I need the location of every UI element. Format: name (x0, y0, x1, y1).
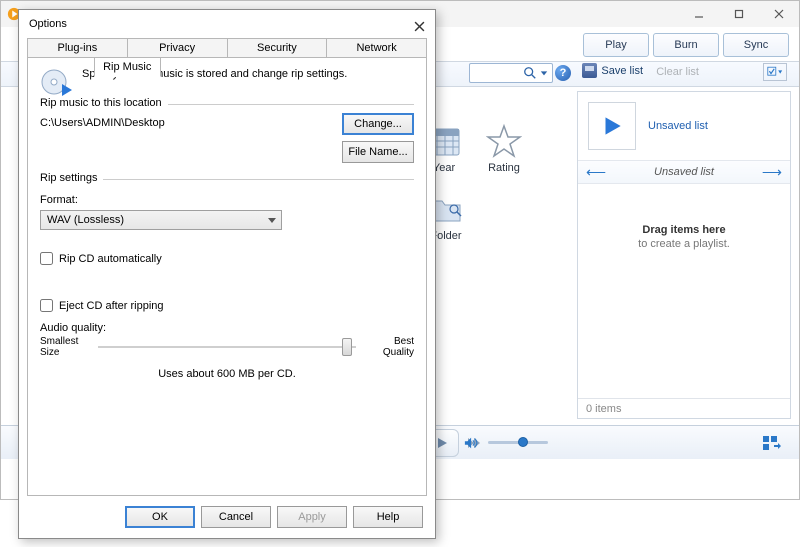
rip-auto-label: Rip CD automatically (59, 253, 162, 265)
eject-cd-input[interactable] (40, 299, 53, 312)
volume-thumb[interactable] (518, 437, 528, 447)
format-label: Format: (40, 194, 414, 206)
change-location-label: Change... (354, 118, 402, 130)
options-titlebar[interactable]: Options (19, 10, 435, 38)
save-list-label: Save list (601, 65, 643, 77)
options-title: Options (29, 18, 67, 30)
eject-cd-checkbox[interactable]: Eject CD after ripping (40, 299, 414, 312)
quality-min-label: Smallest Size (40, 336, 92, 358)
options-tab-rip-music[interactable]: Rip Music (94, 57, 162, 77)
playlist-next-button[interactable]: ⟶ (762, 164, 782, 181)
ok-label: OK (152, 511, 168, 523)
options-tab-privacy[interactable]: Privacy (127, 38, 228, 58)
maximize-button[interactable] (719, 1, 759, 27)
search-input[interactable] (469, 63, 553, 83)
rip-settings-group: Rip settings Format: WAV (Lossless) Rip … (40, 179, 414, 380)
options-tab-plug-ins[interactable]: Plug-ins (27, 38, 128, 58)
playlist-nav-title: Unsaved list (654, 166, 714, 178)
library-group-rating[interactable]: Rating (483, 123, 525, 174)
chevron-down-icon (267, 215, 277, 225)
tab-burn[interactable]: Burn (653, 33, 719, 57)
volume-slider[interactable] (488, 441, 548, 444)
cancel-button[interactable]: Cancel (201, 506, 271, 528)
apply-label: Apply (298, 511, 326, 523)
playlist-drop-title: Drag items here (578, 224, 790, 236)
audio-quality-slider[interactable] (98, 346, 356, 348)
quality-max-label: Best Quality (362, 336, 414, 358)
options-tab-network[interactable]: Network (326, 38, 427, 58)
minimize-button[interactable] (679, 1, 719, 27)
help-button[interactable]: Help (353, 506, 423, 528)
tab-sync-label: Sync (744, 39, 768, 51)
playlist-footer: 0 items (578, 398, 790, 418)
apply-button[interactable]: Apply (277, 506, 347, 528)
cancel-label: Cancel (219, 511, 253, 523)
playlist-thumbnail[interactable] (588, 102, 636, 150)
chevron-down-icon[interactable] (540, 69, 548, 77)
disk-icon (582, 63, 597, 78)
help-label: Help (377, 511, 400, 523)
rip-settings-legend: Rip settings (40, 172, 103, 184)
playlist-nav: ⟵ Unsaved list ⟶ (578, 160, 790, 184)
playlist-title[interactable]: Unsaved list (648, 120, 708, 132)
tab-play[interactable]: Play (583, 33, 649, 57)
rip-auto-input[interactable] (40, 252, 53, 265)
search-icon (523, 66, 537, 80)
close-button[interactable] (759, 1, 799, 27)
tab-sync[interactable]: Sync (723, 33, 789, 57)
star-icon (486, 123, 522, 159)
playlist-prev-button[interactable]: ⟵ (586, 164, 606, 181)
rip-location-group: Rip music to this location C:\Users\ADMI… (40, 104, 414, 163)
library-rating-label: Rating (483, 162, 525, 174)
rip-auto-checkbox[interactable]: Rip CD automatically (40, 252, 414, 265)
playlist-panel: Unsaved list ⟵ Unsaved list ⟶ Drag items… (577, 91, 791, 419)
file-name-button[interactable]: File Name... (342, 141, 414, 163)
format-combobox[interactable]: WAV (Lossless) (40, 210, 282, 230)
options-close-button[interactable] (409, 16, 429, 36)
checkbox-dropdown-icon (767, 66, 783, 78)
options-dialog: Options Plug-insPrivacySecurityNetwork P… (18, 9, 436, 539)
rip-location-legend: Rip music to this location (40, 97, 168, 109)
playlist-drop-zone[interactable]: Drag items here to create a playlist. (578, 224, 790, 250)
options-tab-security[interactable]: Security (227, 38, 328, 58)
save-list-button[interactable]: Save list (582, 63, 643, 78)
switch-view-button[interactable] (761, 434, 783, 452)
tab-play-label: Play (605, 39, 626, 51)
format-value: WAV (Lossless) (47, 214, 124, 226)
audio-quality-label: Audio quality: (40, 322, 414, 334)
options-tab-body: Specify where music is stored and change… (27, 58, 427, 496)
rip-location-path: C:\Users\ADMIN\Desktop (40, 113, 165, 129)
help-icon[interactable]: ? (555, 65, 571, 81)
playlist-item-count: 0 items (586, 403, 621, 415)
mute-button[interactable] (464, 436, 480, 450)
change-location-button[interactable]: Change... (342, 113, 414, 135)
tab-burn-label: Burn (674, 39, 697, 51)
eject-cd-label: Eject CD after ripping (59, 300, 164, 312)
list-options-button[interactable] (763, 63, 787, 81)
play-icon (599, 113, 625, 139)
playlist-drop-sub: to create a playlist. (578, 238, 790, 250)
audio-quality-thumb[interactable] (342, 338, 352, 356)
usage-text: Uses about 600 MB per CD. (40, 368, 414, 380)
file-name-label: File Name... (348, 146, 407, 158)
rip-cd-icon (40, 68, 72, 100)
ok-button[interactable]: OK (125, 506, 195, 528)
now-playing-icon (763, 436, 781, 450)
clear-list-button[interactable]: Clear list (656, 66, 699, 78)
